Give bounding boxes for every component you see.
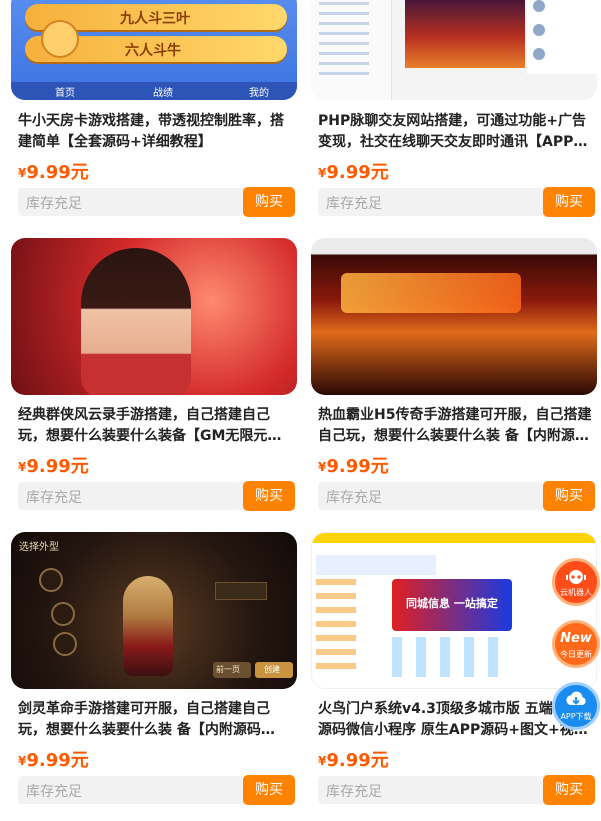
game-logo xyxy=(341,273,521,313)
category-list xyxy=(316,579,356,669)
product-image[interactable]: 选择外型 前一页 创建 xyxy=(11,532,297,689)
product-image[interactable] xyxy=(11,238,297,395)
price-value: 9.99元 xyxy=(326,750,389,771)
bottom-nav: 首页 战绩 我的 xyxy=(11,82,297,100)
nav-mine: 我的 xyxy=(249,88,269,99)
cloud-download-icon xyxy=(566,691,586,705)
product-price: ¥9.99元 xyxy=(318,452,389,478)
product-card[interactable]: 热血霸业H5传奇手游搭建可开服，自己搭建自己玩，想要什么装要什么装 备【内附源…… xyxy=(311,238,597,511)
stock-bar: 库存充足 购买 xyxy=(318,775,595,805)
video-preview xyxy=(405,0,525,68)
stock-status: 库存充足 xyxy=(326,490,382,506)
character-figure xyxy=(123,576,173,676)
character-figure xyxy=(81,248,191,395)
option-icon xyxy=(51,602,75,626)
product-image[interactable] xyxy=(311,238,597,395)
today-update-float-button[interactable]: New 今日更新 xyxy=(552,620,600,668)
product-price: ¥9.99元 xyxy=(318,158,389,184)
confirm-button: 创建 xyxy=(255,662,293,678)
banner-text: 九人斗三叶 xyxy=(120,11,190,27)
option-row xyxy=(215,582,267,600)
confirm-label: 创建 xyxy=(264,665,280,674)
site-logo xyxy=(316,555,436,575)
today-update-label: 今日更新 xyxy=(560,650,592,659)
buy-button[interactable]: 购买 xyxy=(543,481,595,511)
robot-icon xyxy=(566,570,586,584)
admin-sidebar xyxy=(311,0,392,100)
price-value: 9.99元 xyxy=(326,456,389,477)
option-icon xyxy=(53,632,77,656)
new-badge-icon: New xyxy=(560,631,592,646)
product-card[interactable]: PHP脉聊交友网站搭建，可通过功能+广告变现，社交在线聊天交友即时通讯【APP源… xyxy=(311,0,597,220)
stock-bar: 库存充足 购买 xyxy=(318,481,595,511)
product-image[interactable] xyxy=(311,0,597,100)
stock-status: 库存充足 xyxy=(26,784,82,800)
product-price: ¥9.99元 xyxy=(18,452,89,478)
stock-status: 库存充足 xyxy=(326,784,382,800)
product-title[interactable]: 牛小天房卡游戏搭建，带透视控制胜率，搭建简单【全套源码+详细教程】 xyxy=(18,111,294,153)
product-card[interactable]: 经典群侠风云录手游搭建，自己搭建自己玩，想要什么装要什么装备【GM无限元宝+全…… xyxy=(11,238,297,511)
site-topbar xyxy=(312,533,596,543)
banner-text: 六人斗牛 xyxy=(125,43,181,59)
buy-button[interactable]: 购买 xyxy=(243,187,295,217)
price-value: 9.99元 xyxy=(26,162,89,183)
stock-bar: 库存充足 购买 xyxy=(18,775,295,805)
stock-bar: 库存充足 购买 xyxy=(318,187,595,217)
stock-bar: 库存充足 购买 xyxy=(18,481,295,511)
nav-home: 首页 xyxy=(55,88,75,99)
option-icon xyxy=(39,568,63,592)
buy-button[interactable]: 购买 xyxy=(243,481,295,511)
robot-label: 云机器人 xyxy=(560,588,592,597)
buy-button[interactable]: 购买 xyxy=(543,187,595,217)
icon-grid xyxy=(392,637,512,677)
price-value: 9.99元 xyxy=(326,162,389,183)
price-value: 9.99元 xyxy=(26,456,89,477)
product-title[interactable]: 剑灵革命手游搭建可开服，自己搭建自己玩，想要什么装要什么装 备【内附源码+GM+… xyxy=(18,699,294,741)
app-download-float-button[interactable]: APP下载 xyxy=(552,682,600,730)
stock-status: 库存充足 xyxy=(26,196,82,212)
product-title[interactable]: 经典群侠风云录手游搭建，自己搭建自己玩，想要什么装要什么装备【GM无限元宝+全… xyxy=(18,405,294,447)
stock-status: 库存充足 xyxy=(326,196,382,212)
prev-label: 前一页 xyxy=(216,665,240,674)
product-title[interactable]: 热血霸业H5传奇手游搭建可开服，自己搭建自己玩，想要什么装要什么装 备【内附源… xyxy=(318,405,594,447)
robot-float-button[interactable]: 云机器人 xyxy=(552,558,600,606)
product-price: ¥9.99元 xyxy=(318,746,389,772)
product-grid: 九人斗三叶 六人斗牛 首页 战绩 我的 牛小天房卡游戏搭建，带透视控制胜率，搭建… xyxy=(0,0,601,821)
buy-button[interactable]: 购买 xyxy=(543,775,595,805)
product-price: ¥9.99元 xyxy=(18,746,89,772)
product-title[interactable]: PHP脉聊交友网站搭建，可通过功能+广告变现，社交在线聊天交友即时通讯【APP源… xyxy=(318,111,594,153)
user-list xyxy=(527,0,597,74)
app-download-label: APP下载 xyxy=(560,712,592,721)
nav-records: 战绩 xyxy=(153,88,173,99)
product-image[interactable]: 九人斗三叶 六人斗牛 首页 战绩 我的 xyxy=(11,0,297,100)
buy-button[interactable]: 购买 xyxy=(243,775,295,805)
stock-bar: 库存充足 购买 xyxy=(18,187,295,217)
screen-header: 选择外型 xyxy=(19,542,59,553)
prev-page-button: 前一页 xyxy=(213,662,251,678)
price-value: 9.99元 xyxy=(26,750,89,771)
product-card[interactable]: 选择外型 前一页 创建 剑灵革命手游搭建可开服，自己搭建自己玩，想要什么装要什么… xyxy=(11,532,297,805)
stock-status: 库存充足 xyxy=(26,490,82,506)
banner-text: 同城信息 一站搞定 xyxy=(406,597,498,610)
promo-banner: 同城信息 一站搞定 xyxy=(392,579,512,631)
product-image[interactable]: 同城信息 一站搞定 xyxy=(311,532,597,689)
product-price: ¥9.99元 xyxy=(18,158,89,184)
product-card[interactable]: 九人斗三叶 六人斗牛 首页 战绩 我的 牛小天房卡游戏搭建，带透视控制胜率，搭建… xyxy=(11,0,297,220)
avatar xyxy=(41,20,79,58)
